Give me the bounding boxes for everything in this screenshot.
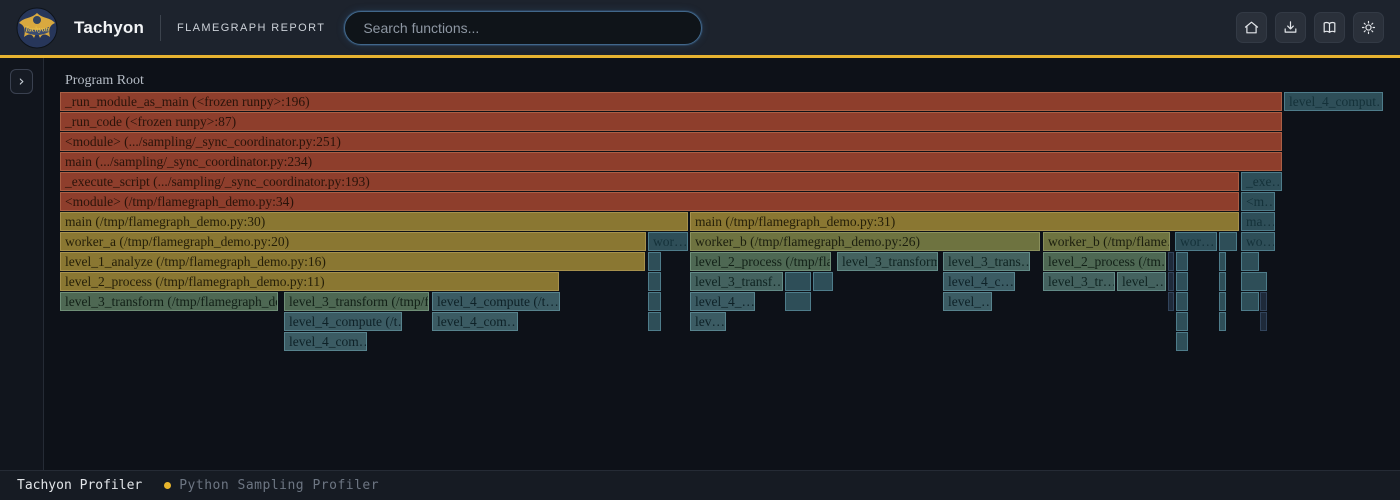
- flame-block[interactable]: level_4_c…: [943, 272, 1015, 291]
- flame-block[interactable]: [1168, 292, 1174, 311]
- flame-block[interactable]: level_4_…: [690, 292, 755, 311]
- flame-block[interactable]: <module> (.../sampling/_sync_coordinator…: [60, 132, 1282, 151]
- download-button[interactable]: [1275, 12, 1306, 43]
- flame-root-label: Program Root: [65, 73, 144, 89]
- flame-block[interactable]: [1176, 332, 1188, 351]
- flame-block[interactable]: [1176, 292, 1188, 311]
- app-header: Tachyon Tachyon FLAMEGRAPH REPORT: [0, 0, 1400, 58]
- flame-block[interactable]: level_3_trans…: [943, 252, 1030, 271]
- docs-button[interactable]: [1314, 12, 1345, 43]
- home-button[interactable]: [1236, 12, 1267, 43]
- flame-block[interactable]: <m…: [1241, 192, 1275, 211]
- flame-block[interactable]: [1219, 292, 1226, 311]
- flame-block[interactable]: [648, 292, 661, 311]
- flame-block[interactable]: level_…: [943, 292, 992, 311]
- flame-block[interactable]: level_4_comput…: [1284, 92, 1383, 111]
- flame-block[interactable]: main (/tmp/flamegraph_demo.py:31): [690, 212, 1239, 231]
- download-icon: [1282, 19, 1299, 36]
- flame-block[interactable]: [648, 252, 661, 271]
- header-divider: [160, 15, 161, 41]
- flame-block[interactable]: [785, 292, 811, 311]
- flame-block[interactable]: _exe…: [1241, 172, 1282, 191]
- status-app-name: Tachyon Profiler: [17, 478, 142, 493]
- flame-block[interactable]: [1176, 252, 1188, 271]
- sidebar-expand-button[interactable]: ›: [10, 69, 33, 94]
- flame-block[interactable]: [1260, 312, 1267, 331]
- status-dot-icon: [164, 482, 171, 489]
- flame-block[interactable]: wor…: [648, 232, 688, 251]
- flame-block[interactable]: level_1_analyze (/tmp/flamegraph_demo.py…: [60, 252, 645, 271]
- flame-block[interactable]: level_…: [1117, 272, 1166, 291]
- flame-block[interactable]: worker_b (/tmp/flamegraph_demo.py:26): [690, 232, 1040, 251]
- flame-block[interactable]: _execute_script (.../sampling/_sync_coor…: [60, 172, 1239, 191]
- brightness-icon: [1360, 19, 1377, 36]
- svg-text:Tachyon: Tachyon: [25, 25, 50, 33]
- header-actions: [1236, 12, 1384, 43]
- main-content: › Program Root _run_module_as_main (<fro…: [0, 58, 1400, 470]
- flame-block[interactable]: main (/tmp/flamegraph_demo.py:30): [60, 212, 688, 231]
- flame-block[interactable]: [1241, 252, 1259, 271]
- flame-block[interactable]: level_3_transf…: [690, 272, 783, 291]
- flame-block[interactable]: wo…: [1241, 232, 1275, 251]
- status-bar: Tachyon Profiler Python Sampling Profile…: [0, 470, 1400, 500]
- flame-block[interactable]: [1241, 292, 1259, 311]
- flame-block[interactable]: [1168, 272, 1174, 291]
- flame-block[interactable]: worker_b (/tmp/flame…: [1043, 232, 1170, 251]
- flame-block[interactable]: _run_module_as_main (<frozen runpy>:196): [60, 92, 1282, 111]
- flame-block[interactable]: <module> (/tmp/flamegraph_demo.py:34): [60, 192, 1239, 211]
- flamegraph-canvas[interactable]: Program Root _run_module_as_main (<froze…: [44, 58, 1400, 470]
- flame-block[interactable]: level_4_com…: [432, 312, 518, 331]
- app-logo-icon: Tachyon: [16, 7, 58, 49]
- flame-block[interactable]: [1241, 272, 1267, 291]
- flame-block[interactable]: level_2_process (/tmp/flamegraph_demo.py…: [60, 272, 559, 291]
- flame-block[interactable]: level_3_transform (/tmp/fl…: [284, 292, 429, 311]
- flame-block[interactable]: [1176, 312, 1188, 331]
- flame-block[interactable]: level_3_transform…: [837, 252, 938, 271]
- flame-block[interactable]: level_4_compute (/t…: [284, 312, 402, 331]
- flame-block[interactable]: level_3_tr…: [1043, 272, 1115, 291]
- flame-block[interactable]: lev…: [690, 312, 726, 331]
- app-title: Tachyon: [74, 18, 144, 38]
- flame-block[interactable]: ma…: [1241, 212, 1275, 231]
- report-type-label: FLAMEGRAPH REPORT: [177, 22, 325, 34]
- flame-block[interactable]: [785, 272, 811, 291]
- theme-toggle-button[interactable]: [1353, 12, 1384, 43]
- flame-block[interactable]: worker_a (/tmp/flamegraph_demo.py:20): [60, 232, 646, 251]
- search-input[interactable]: [344, 11, 702, 45]
- flame-block[interactable]: level_4_compute (/t…: [432, 292, 560, 311]
- flame-block[interactable]: main (.../sampling/_sync_coordinator.py:…: [60, 152, 1282, 171]
- flame-block[interactable]: wor…: [1175, 232, 1217, 251]
- flame-block[interactable]: [1260, 292, 1267, 311]
- flame-block[interactable]: [1219, 312, 1226, 331]
- flame-block[interactable]: [813, 272, 833, 291]
- flame-block[interactable]: [1168, 252, 1174, 271]
- flame-block[interactable]: [648, 272, 661, 291]
- flame-block[interactable]: level_3_transform (/tmp/flamegraph_dem…: [60, 292, 278, 311]
- status-description: Python Sampling Profiler: [179, 478, 379, 493]
- flame-block[interactable]: level_2_process (/tm…: [1043, 252, 1166, 271]
- flame-block[interactable]: level_2_process (/tmp/fla…: [690, 252, 831, 271]
- flame-block[interactable]: [1176, 272, 1188, 291]
- flame-block[interactable]: [1219, 252, 1226, 271]
- sidebar: ›: [0, 58, 44, 470]
- flame-block[interactable]: [648, 312, 661, 331]
- home-icon: [1243, 19, 1260, 36]
- flame-block[interactable]: [1219, 232, 1237, 251]
- flame-block[interactable]: level_4_com…: [284, 332, 367, 351]
- flame-block[interactable]: _run_code (<frozen runpy>:87): [60, 112, 1282, 131]
- book-icon: [1321, 19, 1338, 36]
- flame-block[interactable]: [1219, 272, 1226, 291]
